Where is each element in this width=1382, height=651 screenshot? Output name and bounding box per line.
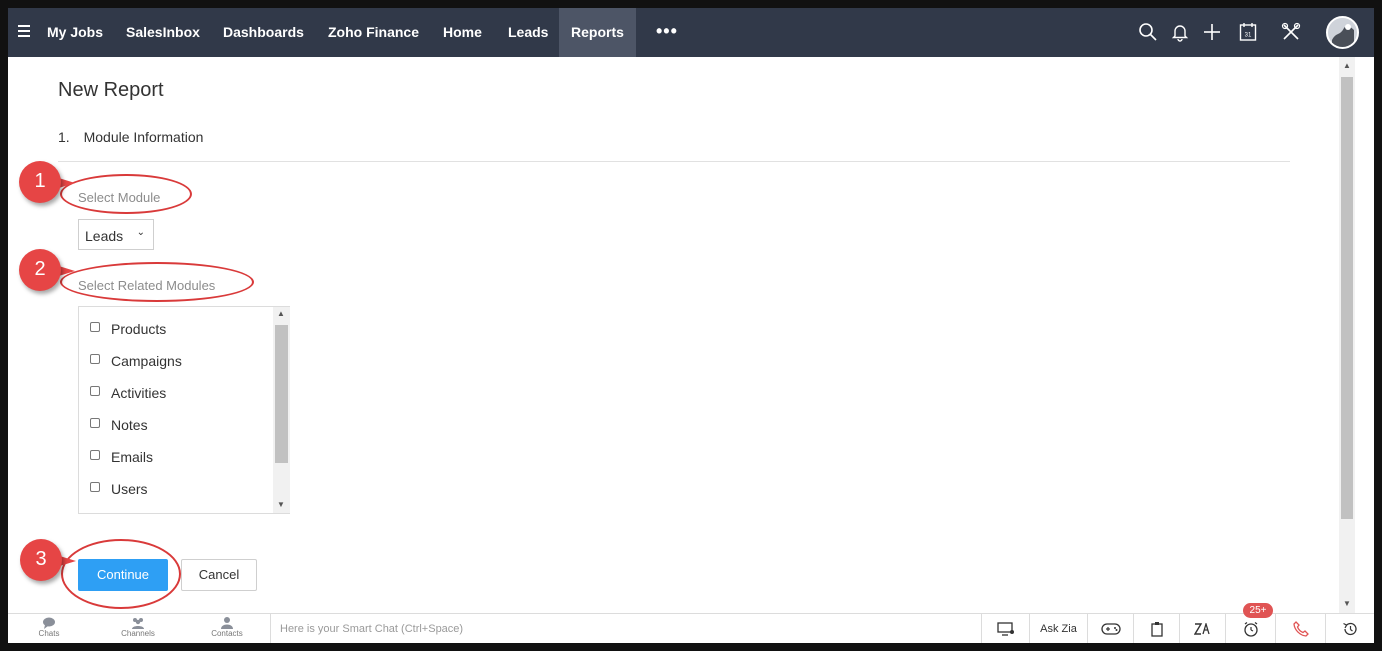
annotation-badge-2: 2: [19, 249, 75, 295]
chats-label: Chats: [38, 629, 60, 638]
annotation-ellipse-select-module: [60, 174, 192, 214]
plus-icon[interactable]: [1200, 20, 1224, 44]
annotation-badge-1: 1: [19, 161, 75, 207]
more-tabs-button[interactable]: •••: [656, 21, 678, 42]
phone-icon[interactable]: [1276, 614, 1326, 643]
alarm-icon[interactable]: [1226, 614, 1276, 643]
app-window: My Jobs SalesInbox Dashboards Zoho Finan…: [8, 8, 1374, 643]
related-module-label: Users: [111, 481, 148, 497]
clipboard-icon[interactable]: [1134, 614, 1180, 643]
scroll-up-arrow-icon[interactable]: ▲: [1343, 61, 1351, 70]
scroll-down-arrow-icon[interactable]: ▼: [277, 500, 285, 509]
calendar-icon[interactable]: 31: [1236, 20, 1260, 44]
chevron-down-icon: ⌄: [136, 227, 145, 238]
checkbox[interactable]: [90, 482, 100, 492]
search-icon[interactable]: [1136, 20, 1160, 44]
module-dropdown[interactable]: Leads ⌄: [78, 219, 154, 250]
related-module-emails[interactable]: Emails: [90, 448, 153, 466]
related-module-products[interactable]: Products: [90, 320, 166, 338]
channels-icon: [132, 618, 144, 629]
checkbox[interactable]: [90, 354, 100, 364]
nav-leads[interactable]: Leads: [508, 8, 548, 57]
zia-icon[interactable]: [1180, 614, 1226, 643]
annotation-number: 2: [34, 258, 46, 280]
cancel-button[interactable]: Cancel: [181, 559, 257, 591]
history-icon[interactable]: [1326, 614, 1374, 643]
related-module-label: Emails: [111, 449, 154, 465]
bell-icon[interactable]: [1168, 20, 1192, 44]
checkbox[interactable]: [90, 386, 100, 396]
hamburger-menu-icon[interactable]: [18, 25, 30, 40]
scroll-down-arrow-icon[interactable]: ▼: [1343, 599, 1351, 608]
page-scroll-thumb[interactable]: [1341, 77, 1353, 519]
contacts-label: Contacts: [211, 629, 243, 638]
top-navigation-bar: My Jobs SalesInbox Dashboards Zoho Finan…: [8, 8, 1374, 57]
related-modules-list[interactable]: Products Campaigns Activities Notes Emai…: [78, 306, 290, 514]
nav-dashboards[interactable]: Dashboards: [223, 8, 304, 57]
chat-bubble-icon: [43, 617, 55, 629]
related-module-users[interactable]: Users: [90, 480, 148, 498]
chats-button[interactable]: Chats: [19, 614, 79, 643]
checkbox[interactable]: [90, 418, 100, 428]
section-divider: [58, 161, 1290, 162]
bottom-bar: Chats Channels Contacts Here is your Sma…: [8, 613, 1374, 643]
related-module-label: Notes: [111, 417, 148, 433]
step-title: Module Information: [83, 129, 204, 145]
related-list-scroll-thumb[interactable]: [275, 325, 288, 463]
scroll-up-arrow-icon[interactable]: ▲: [277, 309, 285, 318]
page-title: New Report: [58, 79, 164, 101]
channels-button[interactable]: Channels: [108, 614, 168, 643]
related-module-label: Campaigns: [111, 353, 182, 369]
annotation-badge-3: 3: [20, 539, 76, 585]
nav-home[interactable]: Home: [443, 8, 482, 57]
annotation-number: 1: [34, 170, 46, 192]
checkbox[interactable]: [90, 322, 100, 332]
nav-salesinbox[interactable]: SalesInbox: [126, 8, 200, 57]
page-scrollbar[interactable]: ▲ ▼: [1339, 57, 1355, 613]
module-dropdown-value: Leads: [85, 228, 124, 244]
ask-zia-button[interactable]: Ask Zia: [1030, 614, 1088, 643]
related-module-label: Activities: [111, 385, 167, 401]
step-number: 1.: [58, 129, 70, 145]
checkbox[interactable]: [90, 450, 100, 460]
smart-chat-input[interactable]: Here is your Smart Chat (Ctrl+Space): [270, 614, 982, 643]
annotation-number: 3: [35, 548, 47, 570]
step-heading: 1. Module Information: [58, 129, 203, 145]
related-module-campaigns[interactable]: Campaigns: [90, 352, 182, 370]
screen-share-icon[interactable]: [982, 614, 1030, 643]
nav-zoho-finance[interactable]: Zoho Finance: [328, 8, 419, 57]
tools-icon[interactable]: [1279, 20, 1303, 44]
contacts-button[interactable]: Contacts: [197, 614, 257, 643]
related-module-label: Products: [111, 321, 167, 337]
channels-label: Channels: [121, 629, 155, 638]
user-avatar[interactable]: [1326, 16, 1359, 49]
related-module-activities[interactable]: Activities: [90, 384, 166, 402]
notification-count-badge: 25+: [1243, 603, 1273, 618]
contact-person-icon: [221, 617, 233, 629]
nav-reports[interactable]: Reports: [559, 8, 636, 57]
svg-text:31: 31: [1245, 33, 1252, 39]
gamepad-icon[interactable]: [1088, 614, 1134, 643]
related-list-scrollbar[interactable]: ▲ ▼: [273, 307, 290, 513]
annotation-ellipse-continue: [61, 539, 181, 609]
related-module-notes[interactable]: Notes: [90, 416, 148, 434]
annotation-ellipse-related-modules: [60, 262, 254, 302]
nav-my-jobs[interactable]: My Jobs: [47, 8, 103, 57]
